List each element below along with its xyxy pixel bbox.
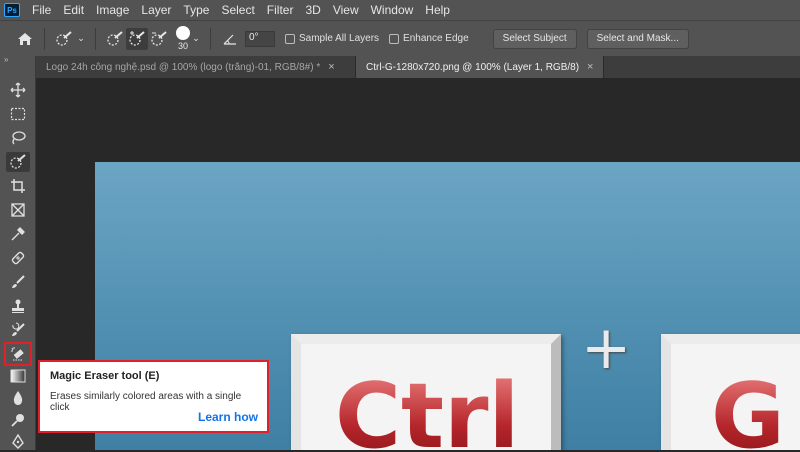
angle-icon	[219, 28, 241, 50]
brush-size-value: 30	[177, 41, 188, 51]
ctrl-key-text: Ctrl	[335, 372, 519, 451]
enhance-edge-checkbox[interactable]: Enhance Edge	[389, 33, 469, 44]
menu-filter[interactable]: Filter	[261, 3, 300, 17]
brush-picker[interactable]: 30	[176, 26, 190, 51]
g-key-text: G	[711, 372, 785, 451]
rectangular-marquee-tool-icon[interactable]	[6, 104, 30, 124]
ctrl-key-graphic: Ctrl	[291, 334, 561, 450]
pen-tool-icon[interactable]	[6, 432, 30, 452]
home-icon[interactable]	[14, 28, 36, 50]
menu-3d[interactable]: 3D	[299, 3, 326, 17]
tool-preset-picker-icon[interactable]	[53, 28, 75, 50]
menu-select[interactable]: Select	[215, 3, 260, 17]
menu-bar: Ps File Edit Image Layer Type Select Fil…	[0, 0, 800, 20]
menu-type[interactable]: Type	[177, 3, 215, 17]
menu-view[interactable]: View	[327, 3, 365, 17]
options-bar: ⌄ 30 ⌄ 0° Sample All Layers Enhance Edge…	[0, 20, 800, 56]
move-tool-icon[interactable]	[6, 80, 30, 100]
crop-tool-icon[interactable]	[6, 176, 30, 196]
dodge-tool-icon[interactable]	[6, 410, 30, 430]
close-icon[interactable]: ×	[587, 61, 593, 73]
sample-all-layers-label: Sample All Layers	[299, 33, 380, 44]
separator	[44, 27, 45, 50]
healing-brush-tool-icon[interactable]	[6, 248, 30, 268]
document-tabs: Logo 24h công nghệ.psd @ 100% (logo (trắ…	[36, 56, 800, 78]
gradient-tool-icon[interactable]	[6, 366, 30, 386]
clone-stamp-tool-icon[interactable]	[6, 296, 30, 316]
tab-label: Logo 24h công nghệ.psd @ 100% (logo (trắ…	[46, 61, 321, 73]
sample-all-layers-checkbox[interactable]: Sample All Layers	[285, 33, 379, 44]
lasso-tool-icon[interactable]	[6, 128, 30, 148]
chevron-down-icon[interactable]: ⌄	[75, 28, 87, 50]
brush-preview-dot	[176, 26, 190, 40]
tab-ctrl-g-document[interactable]: Ctrl-G-1280x720.png @ 100% (Layer 1, RGB…	[356, 56, 605, 78]
eyedropper-tool-icon[interactable]	[6, 224, 30, 244]
select-and-mask-button[interactable]: Select and Mask...	[586, 28, 689, 49]
quick-selection-tool-icon[interactable]	[6, 152, 30, 172]
learn-how-link[interactable]: Learn how	[198, 410, 258, 424]
tab-logo-document[interactable]: Logo 24h công nghệ.psd @ 100% (logo (trắ…	[36, 56, 356, 78]
subtract-from-selection-icon[interactable]	[148, 28, 170, 50]
angle-input[interactable]: 0°	[245, 30, 275, 47]
magic-eraser-tool-icon[interactable]	[4, 342, 32, 366]
new-selection-icon[interactable]	[104, 28, 126, 50]
enhance-edge-label: Enhance Edge	[403, 33, 469, 44]
menu-layer[interactable]: Layer	[135, 3, 177, 17]
checkbox-box[interactable]	[285, 33, 295, 44]
add-to-selection-icon[interactable]	[126, 27, 148, 50]
menu-file[interactable]: File	[26, 3, 57, 17]
panel-collapse-icon[interactable]: »	[0, 56, 35, 66]
menu-edit[interactable]: Edit	[57, 3, 90, 17]
blur-tool-icon[interactable]	[6, 388, 30, 408]
g-key-graphic: G	[661, 334, 800, 450]
separator	[210, 27, 211, 50]
menu-window[interactable]: Window	[365, 3, 420, 17]
menu-help[interactable]: Help	[419, 3, 456, 17]
tab-label: Ctrl-G-1280x720.png @ 100% (Layer 1, RGB…	[366, 61, 580, 73]
select-subject-button[interactable]: Select Subject	[492, 28, 577, 49]
plus-sign: +	[581, 313, 632, 383]
separator	[95, 27, 96, 50]
brush-tool-icon[interactable]	[6, 272, 30, 292]
tooltip-title: Magic Eraser tool (E)	[50, 370, 160, 382]
tool-tooltip: Magic Eraser tool (E) Erases similarly c…	[38, 360, 269, 433]
photoshop-logo: Ps	[4, 3, 20, 17]
menu-image[interactable]: Image	[90, 3, 135, 17]
chevron-down-icon[interactable]: ⌄	[190, 28, 202, 50]
history-brush-tool-icon[interactable]	[6, 320, 30, 340]
checkbox-box[interactable]	[389, 33, 400, 44]
tools-panel: »	[0, 56, 36, 450]
frame-tool-icon[interactable]	[6, 200, 30, 220]
close-icon[interactable]: ×	[328, 61, 334, 73]
